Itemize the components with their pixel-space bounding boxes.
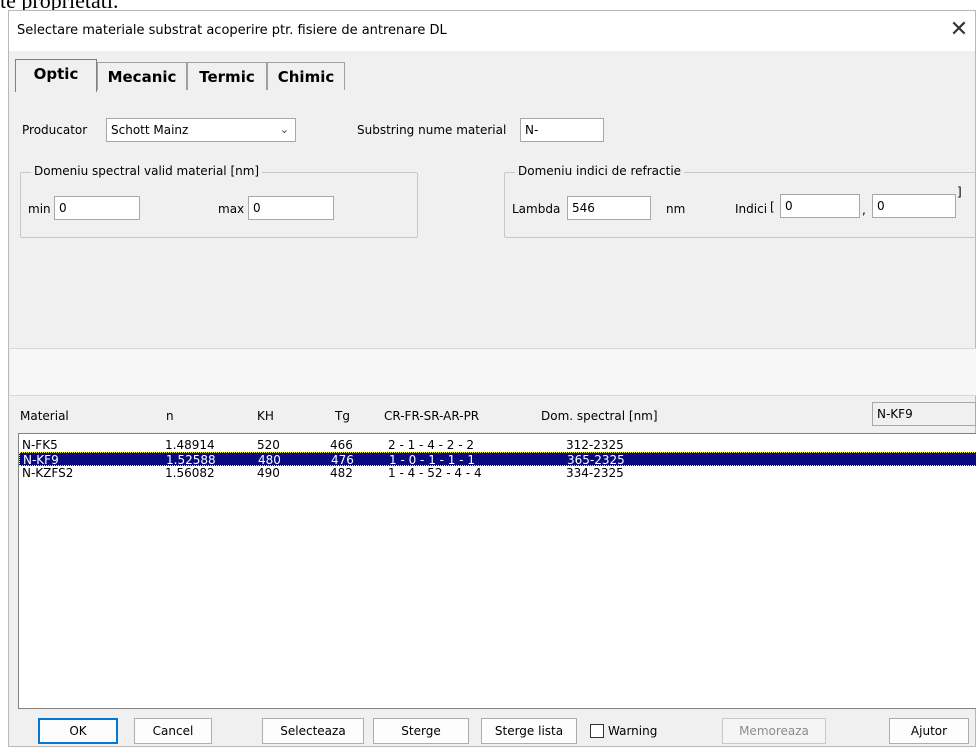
spectral-domain-label: Domeniu spectral valid material [nm] [31,164,263,178]
info-bar [10,348,976,396]
lambda-input[interactable]: 546 [567,196,651,220]
producer-label: Producator [22,123,88,137]
header-codes: CR-FR-SR-AR-PR [384,409,480,423]
tab-chimic[interactable]: Chimic [267,62,345,90]
cell-material: N-FK5 [22,438,58,452]
cell-material: N-KF9 [23,453,59,467]
substring-input[interactable]: N- [520,118,604,142]
window-title: Selectare materiale substrat acoperire p… [17,23,447,38]
close-bracket: ] [957,185,962,199]
delete-button[interactable]: Sterge [373,718,469,744]
comma: , [862,203,866,217]
cell-tg: 482 [330,466,353,480]
header-material: Material [20,409,69,423]
material-search-input[interactable]: N-KF9 [872,402,976,426]
lambda-unit: nm [666,202,686,216]
help-button[interactable]: Ajutor [889,718,969,744]
producer-value: Schott Mainz [111,123,189,137]
list-item-selected[interactable]: N-KF9 1.52588 480 476 1 - 0 - 1 - 1 - 1 … [19,452,976,467]
close-icon[interactable]: ✕ [945,17,973,42]
header-kh: KH [257,409,274,423]
max-label: max [218,202,245,216]
warning-checkbox[interactable] [590,724,604,738]
index1-input[interactable]: 0 [780,194,860,218]
indices-label: Indici [735,202,768,216]
cell-spectral: 334-2325 [566,466,624,480]
open-bracket: [ [770,200,775,214]
select-button[interactable]: Selecteaza [262,718,364,744]
max-input[interactable]: 0 [248,196,334,220]
cell-n: 1.48914 [165,438,215,452]
cell-codes: 2 - 1 - 4 - 2 - 2 [388,438,475,452]
tab-mecanic[interactable]: Mecanic [97,62,187,90]
cell-spectral: 312-2325 [566,438,624,452]
list-item[interactable]: N-FK5 1.48914 520 466 2 - 1 - 4 - 2 - 2 … [19,438,976,452]
cell-material: N-KZFS2 [22,466,74,480]
ok-button[interactable]: OK [38,718,118,744]
warning-label: Warning [608,724,658,738]
header-n: n [166,409,174,423]
cell-codes: 1 - 4 - 52 - 4 - 4 [388,466,482,480]
cell-n: 1.52588 [166,453,216,467]
lambda-label: Lambda [512,202,561,216]
producer-select[interactable]: Schott Mainz ⌄ [106,118,296,142]
tab-termic[interactable]: Termic [187,62,267,90]
min-input[interactable]: 0 [54,196,140,220]
cell-codes: 1 - 0 - 1 - 1 - 1 [389,453,476,467]
cell-tg: 476 [331,453,354,467]
index2-input[interactable]: 0 [872,194,956,218]
cancel-button[interactable]: Cancel [134,718,212,744]
cell-n: 1.56082 [165,466,215,480]
substring-label: Substring nume material [357,123,507,137]
min-label: min [28,202,51,216]
material-list[interactable]: N-FK5 1.48914 520 466 2 - 1 - 4 - 2 - 2 … [18,433,976,709]
title-bar: Selectare materiale substrat acoperire p… [9,11,975,51]
list-item[interactable]: N-KZFS2 1.56082 490 482 1 - 4 - 52 - 4 -… [19,466,976,480]
delete-list-button[interactable]: Sterge lista [481,718,577,744]
header-tg: Tg [335,409,350,423]
cell-kh: 480 [258,453,281,467]
cell-tg: 466 [330,438,353,452]
cell-spectral: 365-2325 [567,453,625,467]
tab-optic[interactable]: Optic [15,59,97,92]
header-spectral: Dom. spectral [nm] [541,409,658,423]
memorize-button: Memoreaza [722,718,826,744]
chevron-down-icon: ⌄ [279,123,289,136]
cell-kh: 490 [257,466,280,480]
refraction-domain-label: Domeniu indici de refractie [515,164,685,178]
cell-kh: 520 [257,438,280,452]
